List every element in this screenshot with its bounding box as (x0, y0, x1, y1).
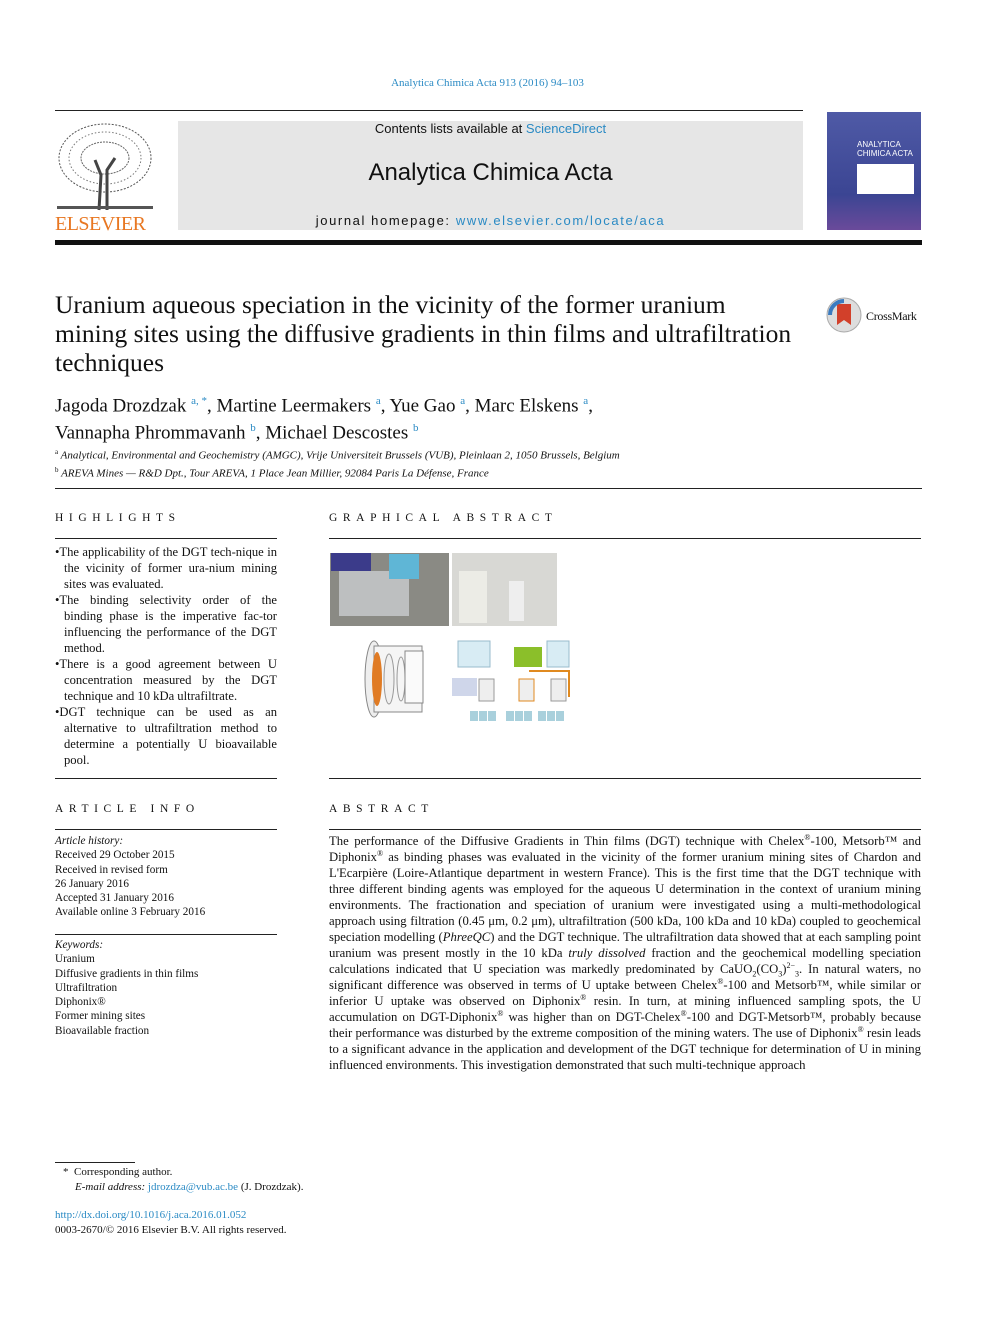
highlights-list: •The applicability of the DGT tech-nique… (55, 544, 277, 768)
crossmark-label: CrossMark (866, 309, 917, 323)
affiliation-marker[interactable]: b (413, 422, 419, 434)
article-title: Uranium aqueous speciation in the vicini… (55, 290, 792, 377)
divider (329, 778, 921, 779)
doi-link[interactable]: http://dx.doi.org/10.1016/j.aca.2016.01.… (55, 1208, 303, 1223)
journal-citation[interactable]: Analytica Chimica Acta 913 (2016) 94–103 (0, 77, 975, 89)
affiliation-text: Analytical, Environmental and Geochemist… (60, 449, 620, 462)
highlight-item: •The applicability of the DGT tech-nique… (55, 545, 277, 591)
elsevier-wordmark: ELSEVIER (55, 213, 146, 235)
divider (329, 538, 921, 539)
highlight-item: •DGT technique can be used as an alterna… (55, 705, 277, 767)
history-label: Article history: (55, 835, 124, 847)
author-separator: , (255, 422, 266, 444)
affiliation-text: AREVA Mines — R&D Dpt., Tour AREVA, 1 Pl… (61, 467, 489, 480)
corresponding-label: Corresponding author. (74, 1166, 173, 1178)
affiliation-label: a (55, 448, 59, 456)
corresponding-note: * Corresponding author. (55, 1165, 303, 1180)
affiliations: a Analytical, Environmental and Geochemi… (55, 445, 620, 480)
sciencedirect-link[interactable]: ScienceDirect (526, 121, 606, 136)
abstract-heading: ABSTRACT (329, 803, 434, 815)
history-entry: Available online 3 February 2016 (55, 906, 206, 919)
email-link[interactable]: jdrozdza@vub.ac.be (148, 1181, 238, 1193)
cover-title: ANALYTICA CHIMICA ACTA (857, 140, 913, 158)
gloves (389, 554, 419, 579)
history-entry: Received in revised form (55, 863, 168, 876)
divider (55, 934, 277, 935)
keyword: Uranium (55, 953, 95, 966)
highlights-heading: HIGHLIGHTS (55, 512, 181, 524)
crossmark-button[interactable]: CrossMark (825, 296, 925, 336)
divider (55, 110, 803, 111)
email-suffix: (J. Drozdzak). (238, 1181, 304, 1193)
journal-title: Analytica Chimica Acta (368, 159, 613, 186)
ultrafiltration-diagram (457, 640, 491, 668)
divider (55, 829, 277, 830)
abstract-segment: 2− (786, 960, 795, 970)
divider (329, 829, 921, 830)
corresponding-marker[interactable]: * (199, 395, 208, 407)
keywords: Keywords: Uranium Diffusive gradients in … (55, 938, 198, 1038)
abstract-text: The performance of the Diffusive Gradien… (329, 833, 921, 1073)
footnotes: * Corresponding author. E-mail address: … (55, 1165, 303, 1238)
homepage-line: journal homepage: www.elsevier.com/locat… (178, 213, 803, 228)
header-rule (55, 240, 922, 245)
star-mark: * (63, 1166, 69, 1178)
copyright: 0003-2670/© 2016 Elsevier B.V. All right… (55, 1224, 287, 1236)
history-entry: Received 29 October 2015 (55, 849, 175, 862)
author-separator: , (380, 395, 390, 417)
graphical-abstract-heading: GRAPHICAL ABSTRACT (329, 512, 558, 524)
author-name[interactable]: Marc Elskens (475, 395, 579, 416)
keyword: Diphonix® (55, 996, 106, 1009)
author-name[interactable]: Martine Leermakers (217, 395, 372, 416)
divider (55, 778, 277, 779)
footnote-rule (55, 1162, 135, 1163)
abstract-segment: was higher than on DGT-Chelex (503, 1010, 681, 1024)
history-entry: Accepted 31 January 2016 (55, 892, 174, 905)
keyword: Ultrafiltration (55, 981, 118, 994)
homepage-prefix: journal homepage: (315, 213, 456, 228)
contents-line: Contents lists available at ScienceDirec… (178, 121, 803, 136)
abstract-segment: PhreeQC (442, 930, 491, 944)
divider (55, 538, 277, 539)
article-info-heading: ARTICLE INFO (55, 803, 200, 815)
keyword: Bioavailable fraction (55, 1024, 150, 1037)
graphical-abstract-image[interactable] (329, 551, 574, 726)
author-name[interactable]: Yue Gao (390, 395, 456, 416)
article-history: Article history: Received 29 October 201… (55, 834, 205, 920)
keyword: Diffusive gradients in thin films (55, 967, 199, 980)
affiliation: a Analytical, Environmental and Geochemi… (55, 445, 620, 463)
affiliation-label: b (55, 465, 59, 474)
crossmark-icon (826, 297, 862, 333)
author-separator: , (207, 395, 217, 417)
abstract-segment: (CO (756, 962, 779, 976)
author-name[interactable]: Michael Descostes (265, 423, 408, 444)
journal-cover[interactable]: ANALYTICA CHIMICA ACTA (827, 112, 921, 230)
email-label: E-mail address: (75, 1181, 148, 1193)
email-line: E-mail address: jdrozdza@vub.ac.be (J. D… (55, 1180, 303, 1195)
author-list: Jagoda Drozdzak a, *, Martine Leermakers… (55, 390, 815, 445)
contents-prefix: Contents lists available at (374, 121, 526, 136)
affiliation: b AREVA Mines — R&D Dpt., Tour AREVA, 1 … (55, 463, 620, 481)
author-name[interactable]: Vannapha Phrommavanh (55, 423, 245, 444)
abstract-segment: The performance of the Diffusive Gradien… (329, 834, 805, 848)
keywords-label: Keywords: (55, 939, 104, 951)
article-page: Analytica Chimica Acta 913 (2016) 94–103… (0, 0, 992, 1323)
highlight-item: •The binding selectivity order of the bi… (55, 593, 277, 655)
journal-banner: Contents lists available at ScienceDirec… (178, 121, 803, 230)
author-separator: , (588, 395, 593, 417)
affiliation-marker[interactable]: a, (191, 395, 199, 407)
author-name[interactable]: Jagoda Drozdzak (55, 395, 186, 416)
homepage-link[interactable]: www.elsevier.com/locate/aca (456, 213, 665, 228)
author-separator: , (465, 395, 475, 417)
abstract-segment: truly dissolved (568, 946, 646, 960)
history-entry: 26 January 2016 (55, 877, 129, 890)
highlight-item: •There is a good agreement between U con… (55, 657, 277, 703)
cover-figure (857, 164, 914, 194)
divider (55, 488, 922, 489)
keyword: Former mining sites (55, 1010, 146, 1023)
